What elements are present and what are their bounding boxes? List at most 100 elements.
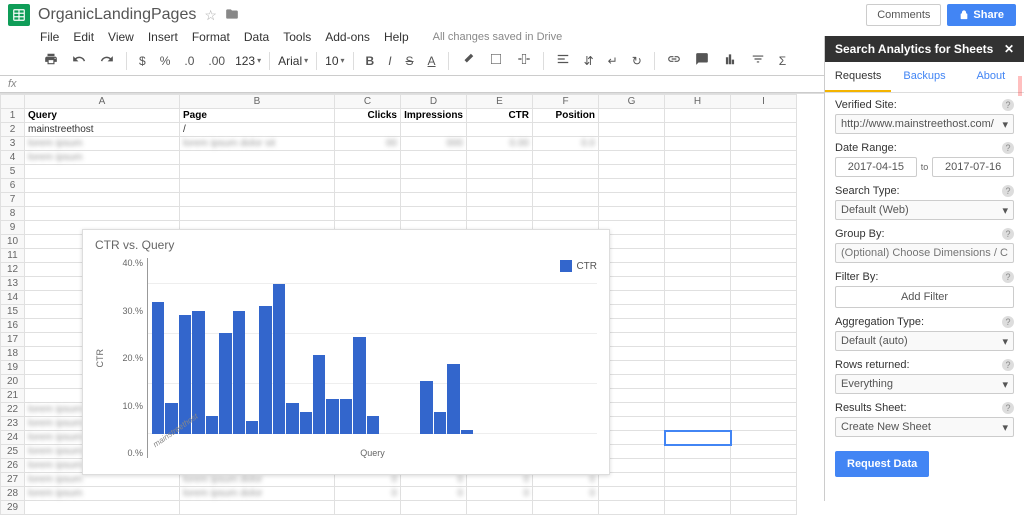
chart-bar — [461, 430, 473, 434]
rows-returned-select[interactable]: Everything ▾ — [835, 374, 1014, 394]
scroll-indicator — [1018, 76, 1022, 96]
filter-icon[interactable] — [747, 50, 769, 71]
document-title[interactable]: OrganicLandingPages — [38, 6, 196, 24]
chart-ylabel: CTR — [95, 349, 105, 368]
col-header-f[interactable]: F — [533, 95, 599, 109]
chart-bar — [447, 364, 459, 434]
col-header-a[interactable]: A — [25, 95, 180, 109]
dec-inc-button[interactable]: .00 — [204, 52, 229, 70]
italic-button[interactable]: I — [384, 52, 395, 70]
chart-plot: mainstreethost Query — [147, 258, 597, 458]
chart-bar — [206, 416, 218, 434]
font-family-menu[interactable]: Arial ▾ — [278, 54, 308, 68]
chart-yaxis: 40.% 30.% 20.% 10.% 0.% — [107, 258, 147, 458]
chart-bar — [340, 399, 352, 434]
chart-bar — [434, 412, 446, 434]
date-to-input[interactable] — [932, 157, 1014, 177]
number-format-menu[interactable]: 123 ▾ — [235, 54, 261, 68]
chart-xlabel: Query — [148, 448, 597, 458]
sheets-icon[interactable] — [8, 4, 30, 26]
col-header-e[interactable]: E — [467, 95, 533, 109]
title-row: OrganicLandingPages ☆ Comments Share — [0, 0, 1024, 30]
results-sheet-select[interactable]: Create New Sheet ▾ — [835, 417, 1014, 437]
menu-insert[interactable]: Insert — [148, 30, 178, 44]
menu-data[interactable]: Data — [244, 30, 269, 44]
menu-tools[interactable]: Tools — [283, 30, 311, 44]
undo-icon[interactable] — [68, 50, 90, 71]
font-size-menu[interactable]: 10 ▾ — [325, 54, 344, 68]
redo-icon[interactable] — [96, 50, 118, 71]
fill-color-icon[interactable] — [457, 50, 479, 71]
help-icon[interactable]: ? — [1002, 142, 1014, 154]
help-icon[interactable]: ? — [1002, 316, 1014, 328]
dec-dec-button[interactable]: .0 — [180, 52, 198, 70]
verified-site-select[interactable]: http://www.mainstreethost.com/ ▾ — [835, 114, 1014, 134]
borders-icon[interactable] — [485, 50, 507, 71]
chart-bar — [219, 333, 231, 434]
chart-icon[interactable] — [719, 50, 741, 71]
save-status: All changes saved in Drive — [433, 31, 563, 43]
col-header-c[interactable]: C — [335, 95, 401, 109]
wrap-icon[interactable]: ↵ — [604, 52, 622, 70]
date-from-input[interactable] — [835, 157, 917, 177]
help-icon[interactable]: ? — [1002, 99, 1014, 111]
tab-about[interactable]: About — [958, 62, 1024, 92]
chart-bar — [367, 416, 379, 434]
col-header-h[interactable]: H — [665, 95, 731, 109]
folder-icon[interactable] — [225, 7, 239, 24]
chart-bar — [246, 421, 258, 434]
chart-bar — [300, 412, 312, 434]
share-button[interactable]: Share — [947, 4, 1016, 26]
chart-bar — [326, 399, 338, 434]
close-icon[interactable]: ✕ — [1004, 42, 1014, 56]
rotate-icon[interactable]: ↻ — [628, 52, 646, 70]
menu-format[interactable]: Format — [192, 30, 230, 44]
chart-bar — [420, 381, 432, 434]
tab-backups[interactable]: Backups — [891, 62, 957, 92]
chart-bar — [353, 337, 365, 434]
chart-card[interactable]: CTR vs. Query CTR CTR 40.% 30.% 20.% 10.… — [82, 229, 610, 475]
bold-button[interactable]: B — [362, 52, 379, 70]
menu-view[interactable]: View — [108, 30, 134, 44]
tab-requests[interactable]: Requests — [825, 62, 891, 92]
search-type-select[interactable]: Default (Web) ▾ — [835, 200, 1014, 220]
groupby-input[interactable] — [835, 243, 1014, 263]
chart-bar — [313, 355, 325, 434]
menu-addons[interactable]: Add-ons — [325, 30, 370, 44]
star-icon[interactable]: ☆ — [204, 7, 217, 24]
help-icon[interactable]: ? — [1002, 185, 1014, 197]
col-header-i[interactable]: I — [731, 95, 797, 109]
merge-icon[interactable] — [513, 50, 535, 71]
valign-icon[interactable]: ⇵ — [580, 52, 598, 70]
help-icon[interactable]: ? — [1002, 228, 1014, 240]
sidebar-header: Search Analytics for Sheets ✕ — [825, 36, 1024, 62]
aggregation-select[interactable]: Default (auto) ▾ — [835, 331, 1014, 351]
chart-bar — [259, 306, 271, 434]
lock-icon — [959, 10, 969, 20]
selected-cell[interactable] — [665, 431, 731, 445]
comment-icon[interactable] — [691, 50, 713, 71]
menu-edit[interactable]: Edit — [73, 30, 94, 44]
help-icon[interactable]: ? — [1002, 359, 1014, 371]
help-icon[interactable]: ? — [1002, 271, 1014, 283]
chart-bar — [273, 284, 285, 434]
comments-button[interactable]: Comments — [866, 4, 941, 26]
text-color-button[interactable]: A — [424, 52, 440, 70]
menu-help[interactable]: Help — [384, 30, 409, 44]
request-data-button[interactable]: Request Data — [835, 451, 929, 477]
currency-button[interactable]: $ — [135, 52, 150, 70]
chart-bar — [286, 403, 298, 434]
print-icon[interactable] — [40, 50, 62, 71]
col-header-b[interactable]: B — [180, 95, 335, 109]
fx-label: fx — [8, 78, 17, 90]
strike-button[interactable]: S — [402, 52, 418, 70]
col-header-g[interactable]: G — [599, 95, 665, 109]
percent-button[interactable]: % — [156, 52, 175, 70]
functions-icon[interactable]: Σ — [775, 52, 790, 70]
link-icon[interactable] — [663, 50, 685, 71]
add-filter-button[interactable]: Add Filter — [835, 286, 1014, 308]
help-icon[interactable]: ? — [1002, 402, 1014, 414]
align-icon[interactable] — [552, 50, 574, 71]
menu-file[interactable]: File — [40, 30, 59, 44]
col-header-d[interactable]: D — [401, 95, 467, 109]
